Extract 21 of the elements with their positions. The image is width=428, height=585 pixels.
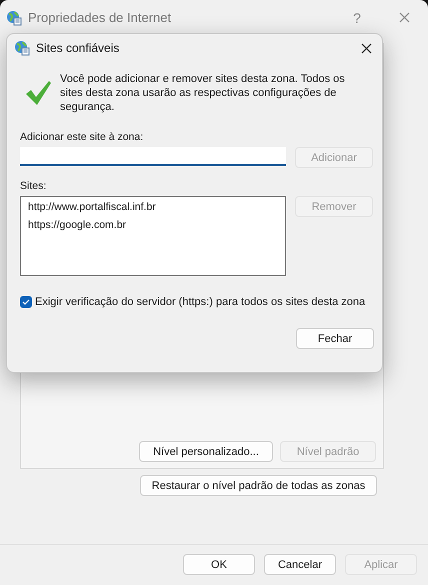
zone-level-button[interactable]: Nível personalizado... [139, 441, 273, 462]
globe-icon [14, 40, 30, 56]
dialog-button[interactable]: Cancelar [264, 554, 336, 575]
dialog-button[interactable]: OK [183, 554, 255, 575]
window-title: Propriedades de Internet [28, 10, 172, 25]
globe-icon [6, 10, 22, 26]
restore-button[interactable]: Restaurar o nível padrão de todas as zonas [140, 475, 377, 496]
https-checkbox[interactable] [20, 296, 32, 308]
https-check-label: Exigir verificação do servidor (https:) para todos os sites desta zona [35, 296, 366, 308]
close-button[interactable]: Fechar [296, 328, 374, 349]
site-item[interactable]: https://google.com.br [28, 218, 278, 233]
sites-list[interactable]: http://www.portalfiscal.inf.br https://google.com.br [20, 196, 286, 276]
dialog-title: Sites confiáveis [36, 41, 120, 55]
add-site-label: Adicionar este site à zona: [20, 131, 144, 143]
close-icon[interactable] [360, 42, 372, 54]
site-item[interactable]: http://www.portalfiscal.inf.br [28, 200, 278, 215]
zone-message: Você pode adicionar e remover sites desta zona. Todos os sites desta zona usarão as respectivas configurações de segurança. [60, 72, 346, 114]
tick-icon [22, 298, 30, 306]
add-site-field[interactable] [20, 147, 286, 166]
sites-label: Sites: [20, 180, 48, 192]
checkmark-icon [24, 79, 52, 107]
